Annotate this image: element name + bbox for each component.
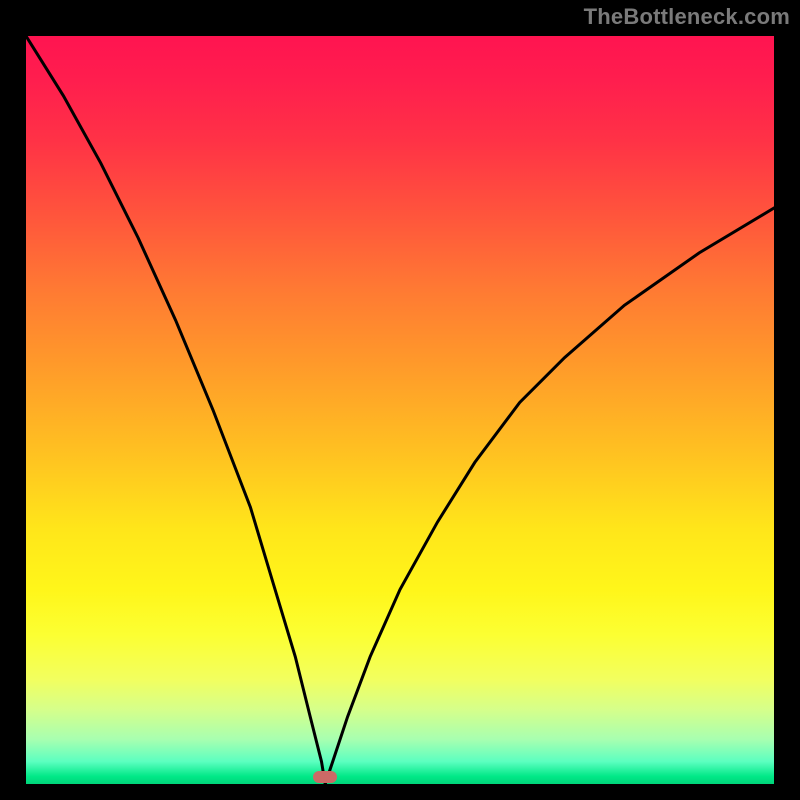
optimum-marker xyxy=(313,771,337,783)
watermark-text: TheBottleneck.com xyxy=(584,4,790,30)
curve-right-branch xyxy=(325,208,774,784)
bottleneck-curve xyxy=(26,36,774,784)
chart-frame xyxy=(20,30,780,790)
curve-left-branch xyxy=(26,36,325,784)
plot-area xyxy=(26,36,774,784)
